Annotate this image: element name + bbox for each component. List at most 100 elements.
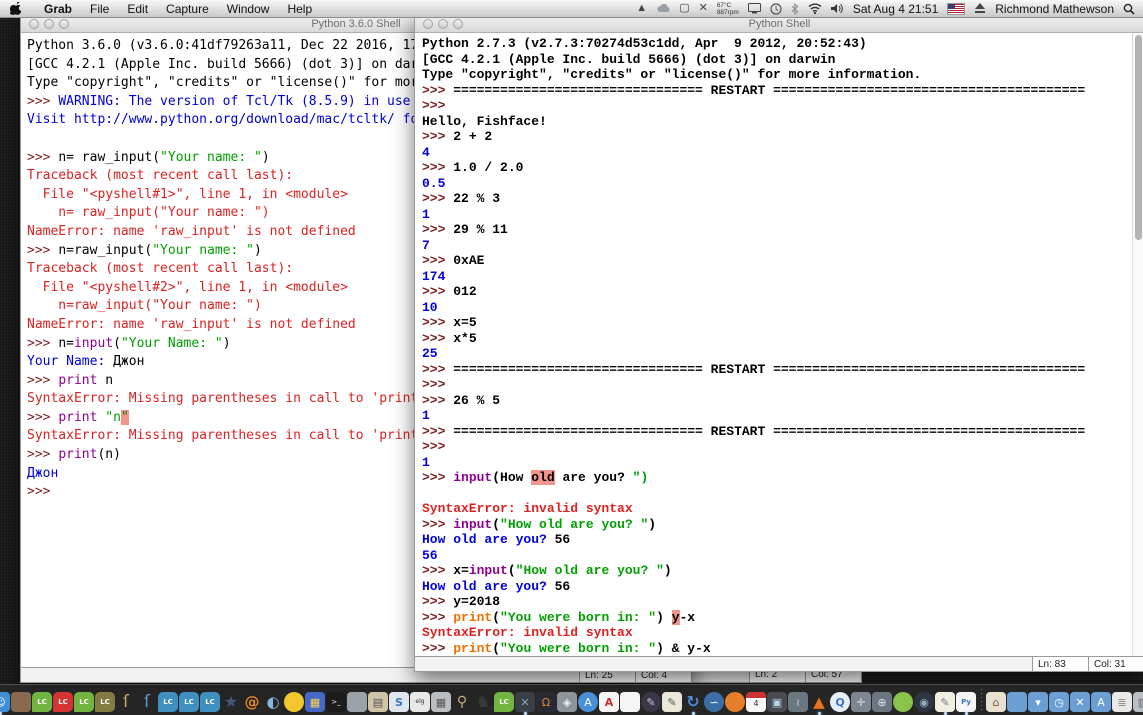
trash-icon[interactable]: ▥ (1133, 691, 1143, 713)
statue-icon[interactable] (11, 691, 31, 713)
audio-headphones-icon[interactable]: Ω (536, 691, 556, 713)
window-menu-icon[interactable]: ▢ (679, 3, 689, 14)
vlc-cone-icon[interactable]: ▲ (809, 691, 829, 713)
photos-icon[interactable]: ▣ (767, 691, 787, 713)
console-line: Python 2.7.3 (v2.7.3:70274d53c1dd, Apr 9… (422, 36, 1133, 52)
menu-window[interactable]: Window (218, 2, 279, 16)
grid-stack-icon[interactable]: ▦ (305, 691, 325, 713)
bluetooth-menu-icon[interactable] (791, 3, 799, 15)
livecode-green-icon[interactable]: LC (32, 691, 52, 713)
quill-blue-icon-glyph: ſ (137, 692, 157, 712)
livecode-green3-icon[interactable]: LC (494, 691, 514, 713)
col-indicator: Col: 31 (1088, 657, 1143, 671)
console-line: >>> 1.0 / 2.0 (422, 160, 1133, 176)
app-store-icon[interactable]: A (578, 691, 598, 713)
menu-capture[interactable]: Capture (157, 2, 218, 16)
console-line: >>> print("You were born in: ") & y-x (422, 641, 1133, 657)
home-folder-icon-glyph: ⌂ (986, 692, 1006, 712)
home-folder-icon[interactable]: ⌂ (986, 691, 1006, 713)
dark-tile-icon[interactable]: ✕ (515, 691, 535, 713)
typewriter-icon[interactable]: ▤ (368, 691, 388, 713)
console-line: >>> 0xAE (422, 253, 1133, 269)
rubber-duck-icon[interactable] (284, 691, 304, 713)
apple-menu-icon[interactable] (10, 2, 21, 15)
no-pencil-icon[interactable]: ✎ (641, 691, 661, 713)
quill-blue-icon[interactable]: ſ (137, 691, 157, 713)
cloud-menu-icon[interactable] (656, 4, 670, 13)
finder-icon[interactable]: ☺ (0, 691, 10, 713)
vlc-menu-icon[interactable]: ▲ (636, 3, 647, 14)
console-line: Type "copyright", "credits" or "license(… (422, 67, 1133, 83)
eject-menu-icon[interactable] (974, 3, 986, 14)
stuffit-icon[interactable]: S (389, 691, 409, 713)
shield-icon[interactable]: ◈ (557, 691, 577, 713)
firefox-icon[interactable] (725, 691, 745, 713)
notes-icon-glyph: ✎ (662, 692, 682, 712)
stuffit-icon-glyph: S (389, 692, 409, 712)
android-icon[interactable] (893, 691, 913, 713)
notes-icon[interactable]: ✎ (662, 691, 682, 713)
x-menu-icon[interactable]: ✕ (699, 3, 708, 14)
at-symbol-icon-glyph: @ (242, 692, 262, 712)
folder-recent-icon[interactable]: ◷ (1049, 691, 1069, 713)
scrollbar-thumb[interactable] (1135, 35, 1142, 240)
menu-grab[interactable]: Grab (35, 2, 81, 16)
livecode-olive-icon[interactable]: LC (95, 691, 115, 713)
chess-knight-icon[interactable]: ♞ (473, 691, 493, 713)
at-symbol-icon[interactable]: @ (242, 691, 262, 713)
doc-pencil-icon[interactable]: ✎ (935, 691, 955, 713)
python-idle-icon[interactable]: Py (956, 691, 976, 713)
guitar-icon[interactable]: ≀ (788, 691, 808, 713)
document-stack-icon[interactable]: ≣ (1112, 691, 1132, 713)
livecode-green2-icon[interactable]: LC (74, 691, 94, 713)
quicktime-icon[interactable]: Q (830, 691, 850, 713)
livecode-blue1-icon[interactable]: LC (158, 691, 178, 713)
utilities-icon[interactable]: ✛ (851, 691, 871, 713)
finder-icon-glyph: ☺ (0, 692, 10, 712)
livecode-blue3-icon[interactable]: LC (200, 691, 220, 713)
wifi-menu-icon[interactable] (808, 3, 822, 14)
istat-menu-item[interactable]: 67°C 887rpm (717, 2, 739, 16)
spotlight-icon[interactable] (1123, 3, 1135, 15)
camera-lens-icon[interactable]: ◉ (914, 691, 934, 713)
folder-x-icon[interactable]: ✕ (1070, 691, 1090, 713)
display-menu-icon[interactable] (748, 3, 761, 14)
user-menu[interactable]: Richmond Mathewson (995, 2, 1114, 16)
console-output[interactable]: Python 2.7.3 (v2.7.3:70274d53c1dd, Apr 9… (415, 33, 1133, 657)
console-line: >>> x=5 (422, 315, 1133, 331)
terminal-icon[interactable]: >_ (326, 691, 346, 713)
keychain-icon[interactable]: ⚲ (452, 691, 472, 713)
globe-icon[interactable]: ◐ (263, 691, 283, 713)
console-line: >>> (422, 439, 1133, 455)
folder-apps-icon[interactable]: A (1091, 691, 1111, 713)
quill-brown-icon[interactable]: ſ (116, 691, 136, 713)
adobe-reader-icon[interactable]: A (599, 691, 619, 713)
pentagram-icon[interactable]: ★ (221, 691, 241, 713)
wedge-icon[interactable] (347, 691, 367, 713)
calendar-icon[interactable]: 4 (746, 691, 766, 713)
menu-clock[interactable]: Sat Aug 4 21:51 (853, 2, 938, 16)
livecode-olive-icon-glyph: LC (95, 692, 115, 712)
statue-icon-glyph (11, 692, 31, 712)
livecode-blue2-icon[interactable]: LC (179, 691, 199, 713)
folder-apps-icon-glyph: A (1091, 692, 1111, 712)
vertical-scrollbar[interactable] (1132, 33, 1143, 657)
folder-drop-icon-glyph: ▾ (1028, 692, 1048, 712)
folder-icon[interactable] (1007, 691, 1027, 713)
title-bar[interactable]: Python Shell (415, 16, 1143, 33)
livecode-red-icon-glyph: LC (53, 692, 73, 712)
menu-edit[interactable]: Edit (118, 2, 157, 16)
time-machine-menu-icon[interactable] (770, 3, 782, 15)
sync-icon[interactable]: ↻ (683, 691, 703, 713)
livecode-red-icon[interactable]: LC (53, 691, 73, 713)
volume-menu-icon[interactable] (831, 3, 844, 14)
web-sharing-icon[interactable]: ⊕ (872, 691, 892, 713)
input-language-flag-icon[interactable] (947, 3, 965, 15)
thunderbird-icon[interactable]: ∽ (704, 691, 724, 713)
menu-help[interactable]: Help (278, 2, 321, 16)
folder-drop-icon[interactable]: ▾ (1028, 691, 1048, 713)
calculator-icon[interactable]: ▦ (431, 691, 451, 713)
blank-document-icon[interactable] (620, 691, 640, 713)
menu-file[interactable]: File (81, 2, 118, 16)
elgato-icon[interactable]: elg (410, 691, 430, 713)
